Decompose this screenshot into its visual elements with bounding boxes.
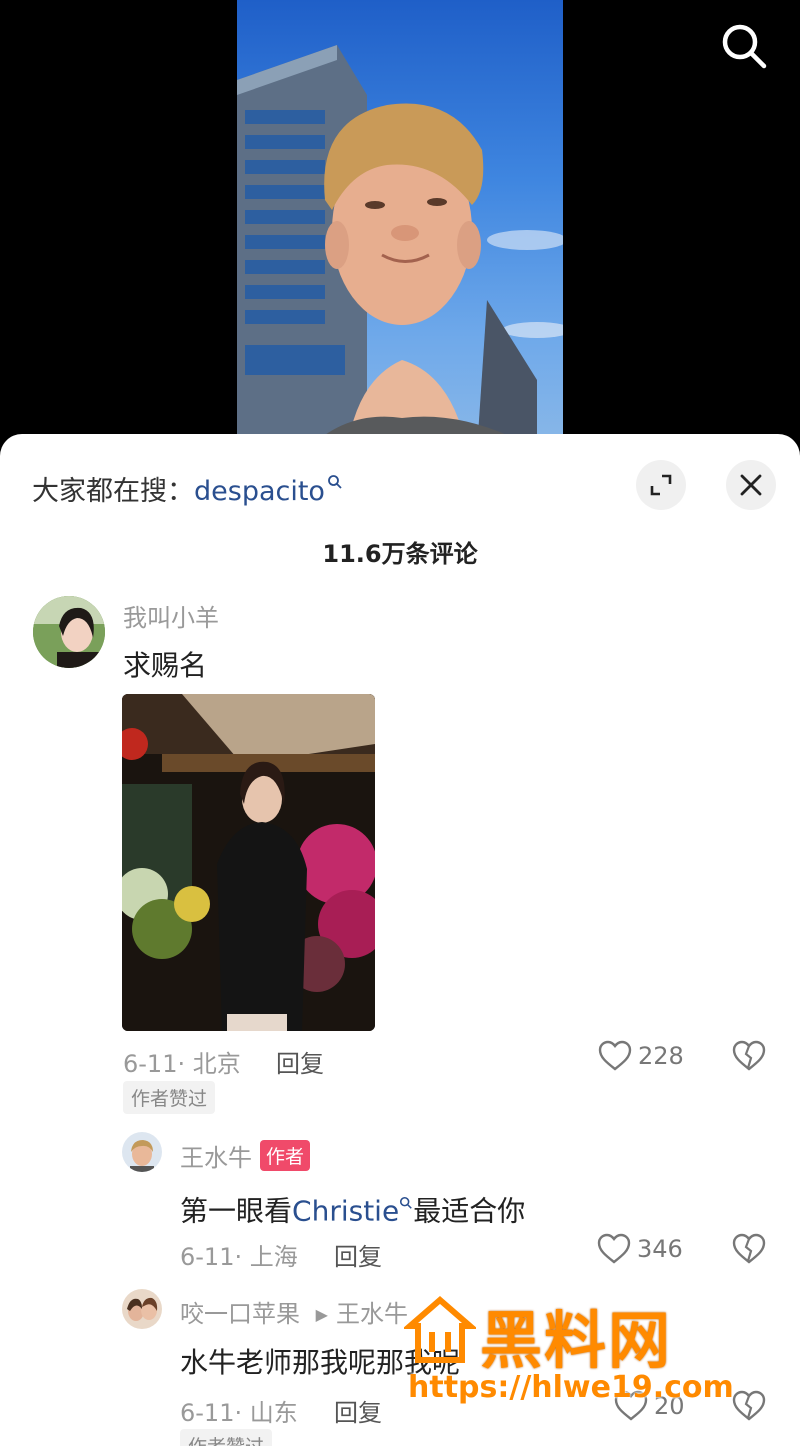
reply-arrow-icon: ▶ <box>315 1305 328 1324</box>
video-frame[interactable] <box>237 0 563 450</box>
search-button[interactable] <box>716 18 772 74</box>
reply-date: 6-11 <box>180 1399 235 1427</box>
like-button[interactable]: 20 <box>614 1390 685 1422</box>
broken-heart-icon <box>732 1390 766 1421</box>
avatar[interactable] <box>122 1289 162 1329</box>
reply-username-text: 咬一口苹果 <box>180 1300 300 1328</box>
reply-button[interactable]: 回复 <box>334 1393 382 1428</box>
dislike-button[interactable] <box>732 1390 768 1426</box>
reply-item: 咬一口苹果 ▶ 王水牛 水牛老师那我呢那我呢 6-11· 山东 回复 20 作者赞… <box>0 434 800 1446</box>
like-count: 20 <box>654 1392 685 1420</box>
comment-sheet: 大家都在搜：despacito 11.6万条评论 我叫小羊 求赐名 6-11· … <box>0 434 800 1446</box>
heart-icon <box>614 1390 648 1421</box>
search-icon <box>722 24 767 69</box>
reply-location: 山东 <box>249 1399 298 1427</box>
reply-meta: 6-11· 山东 <box>180 1399 298 1427</box>
author-liked-tag: 作者赞过 <box>180 1429 273 1446</box>
reply-to-username[interactable]: 王水牛 <box>336 1300 408 1328</box>
reply-username[interactable]: 咬一口苹果 ▶ 王水牛 <box>180 1294 408 1329</box>
video-scene <box>237 45 563 450</box>
video-player[interactable] <box>0 0 800 450</box>
reply-text: 水牛老师那我呢那我呢 <box>180 1346 461 1379</box>
